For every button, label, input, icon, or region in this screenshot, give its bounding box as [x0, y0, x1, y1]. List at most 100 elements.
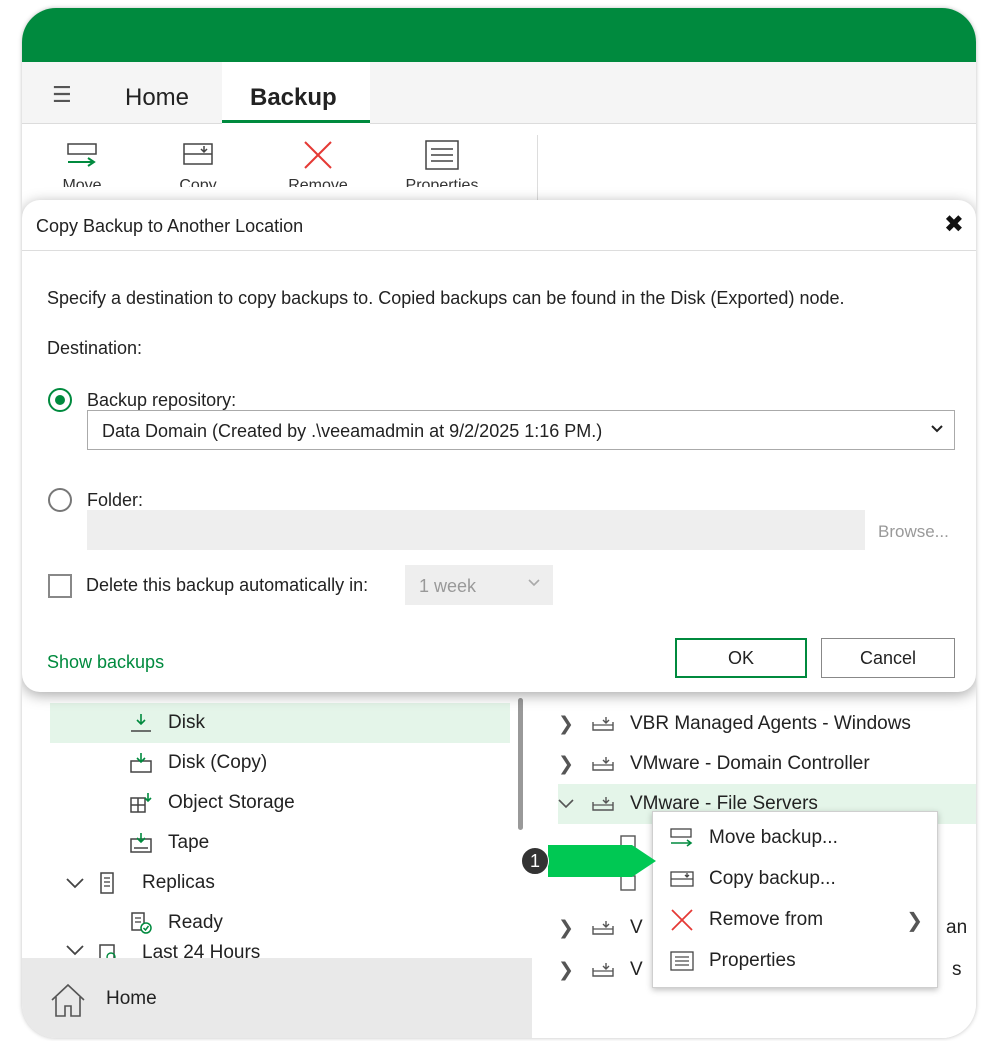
context-menu: Move backup... Copy backup... Remove fro… — [652, 811, 938, 988]
chevron-right-icon[interactable]: ❯ — [556, 713, 576, 736]
chevron-down-icon[interactable] — [62, 943, 88, 957]
title-bar — [22, 8, 976, 62]
menu-item-move-backup[interactable]: Move backup... — [653, 818, 937, 858]
chevron-right-icon[interactable]: ❯ — [556, 917, 576, 940]
menu-label-properties: Properties — [709, 950, 796, 971]
chevron-down-icon[interactable] — [62, 876, 88, 890]
tree-item-ready[interactable]: Ready — [128, 903, 223, 943]
move-backup-icon — [667, 827, 697, 849]
copy-backup-icon — [667, 868, 697, 890]
list-item-label-tail: an — [946, 917, 968, 938]
retention-period-value: 1 week — [419, 576, 477, 596]
remove-x-icon — [667, 908, 697, 932]
backup-job-icon — [590, 920, 616, 936]
tree-label-object-storage: Object Storage — [168, 792, 295, 813]
copy-backup-ribbon-button[interactable]: Copy — [158, 137, 238, 187]
copy-backup-dialog: Copy Backup to Another Location ✖ Specif… — [22, 200, 976, 692]
menu-item-copy-backup[interactable]: Copy backup... — [653, 859, 937, 899]
menu-label-copy: Copy backup... — [709, 868, 836, 889]
retention-period-select[interactable]: 1 week — [405, 565, 553, 605]
list-item-domain-controller[interactable]: ❯ VMware - Domain Controller — [556, 744, 870, 784]
cancel-button[interactable]: Cancel — [821, 638, 955, 678]
copy-label: Copy — [179, 177, 217, 187]
folder-radio[interactable] — [48, 488, 72, 512]
app-window: ☰ Home Backup Move Copy Remove Propertie… — [22, 8, 976, 1038]
move-backup-ribbon-button[interactable]: Move — [42, 137, 122, 187]
folder-label: Folder: — [87, 490, 144, 510]
menu-item-remove-from[interactable]: Remove from ❯ — [653, 900, 937, 940]
properties-label: Properties — [405, 177, 479, 187]
list-item-5[interactable]: ❯ V s — [556, 950, 961, 990]
move-backup-icon — [42, 137, 122, 173]
bottom-nav-home[interactable]: Home — [22, 958, 532, 1038]
replicas-icon — [94, 871, 120, 895]
list-item-label-prefix: V — [630, 917, 643, 938]
dialog-description: Specify a destination to copy backups to… — [47, 288, 845, 308]
delete-automatically-label: Delete this backup automatically in: — [86, 575, 369, 595]
tape-icon — [128, 832, 154, 854]
home-icon — [48, 980, 88, 1025]
left-pane-scrollbar[interactable] — [518, 698, 523, 830]
backup-job-icon — [590, 962, 616, 978]
list-item-vbr-agents[interactable]: ❯ VBR Managed Agents - Windows — [556, 704, 911, 744]
repository-select[interactable]: Data Domain (Created by .\veeamadmin at … — [87, 410, 955, 450]
tree-item-tape[interactable]: Tape — [128, 823, 209, 863]
tree-label-replicas: Replicas — [142, 872, 215, 893]
backup-repository-radio[interactable] — [48, 388, 72, 412]
copy-backup-icon — [158, 137, 238, 173]
backup-job-icon — [590, 796, 616, 812]
tree-label-tape: Tape — [168, 832, 210, 853]
chevron-down-icon[interactable] — [556, 798, 576, 810]
ok-button[interactable]: OK — [675, 638, 807, 678]
chevron-down-icon — [930, 421, 944, 439]
callout-arrow-icon — [548, 845, 656, 877]
repository-select-value: Data Domain (Created by .\veeamadmin at … — [102, 421, 603, 441]
active-tab-underline — [222, 120, 370, 123]
backup-repository-label: Backup repository: — [87, 390, 237, 410]
properties-ribbon-button[interactable]: Properties — [402, 137, 482, 187]
backup-job-icon — [590, 716, 616, 732]
tree-item-disk[interactable]: Disk — [50, 703, 510, 743]
object-storage-icon — [128, 792, 154, 814]
dialog-title: Copy Backup to Another Location — [36, 216, 304, 236]
folder-path-input[interactable] — [87, 510, 865, 550]
ready-replica-icon — [128, 911, 154, 935]
browse-button[interactable]: Browse... — [878, 522, 949, 542]
list-item-label: VBR Managed Agents - Windows — [630, 713, 911, 734]
chevron-right-icon[interactable]: ❯ — [556, 959, 576, 982]
hamburger-menu-icon[interactable]: ☰ — [52, 82, 72, 108]
submenu-chevron-right-icon: ❯ — [906, 909, 923, 932]
disk-copy-icon — [128, 752, 154, 774]
tree-label-disk: Disk — [168, 712, 205, 733]
properties-icon — [667, 950, 697, 972]
menu-item-properties[interactable]: Properties — [653, 941, 937, 981]
menu-label-remove: Remove from — [709, 909, 824, 930]
tree-item-object-storage[interactable]: Object Storage — [128, 783, 295, 823]
chevron-right-icon[interactable]: ❯ — [556, 753, 576, 776]
tab-backup[interactable]: Backup — [250, 84, 337, 112]
destination-label: Destination: — [47, 338, 143, 358]
list-item-4[interactable]: ❯ V an — [556, 908, 967, 948]
callout-number-badge: 1 — [521, 847, 549, 875]
tree-label-disk-copy: Disk (Copy) — [168, 752, 268, 773]
delete-automatically-checkbox[interactable] — [48, 574, 72, 598]
ribbon-tab-row: ☰ Home Backup — [22, 62, 976, 124]
list-item-label: VMware - Domain Controller — [630, 753, 870, 774]
close-icon[interactable]: ✖ — [944, 210, 964, 239]
remove-label: Remove — [288, 177, 348, 187]
chevron-down-icon — [527, 575, 541, 593]
disk-download-icon — [128, 712, 154, 734]
properties-icon — [402, 137, 482, 173]
backup-job-icon — [590, 756, 616, 772]
dialog-title-separator — [22, 250, 976, 251]
menu-label-move: Move backup... — [709, 827, 838, 848]
show-backups-link[interactable]: Show backups — [47, 652, 164, 673]
tab-home[interactable]: Home — [125, 84, 189, 112]
remove-ribbon-button[interactable]: Remove — [278, 137, 358, 187]
left-tree-pane: Disk Disk (Copy) Object Storage Tape Rep… — [22, 688, 532, 963]
tree-item-disk-copy[interactable]: Disk (Copy) — [128, 743, 267, 783]
list-item-label-tail: s — [952, 959, 962, 980]
list-item-label-prefix: V — [630, 959, 643, 980]
tree-item-replicas[interactable]: Replicas — [62, 863, 215, 903]
nav-home-label: Home — [106, 988, 157, 1009]
